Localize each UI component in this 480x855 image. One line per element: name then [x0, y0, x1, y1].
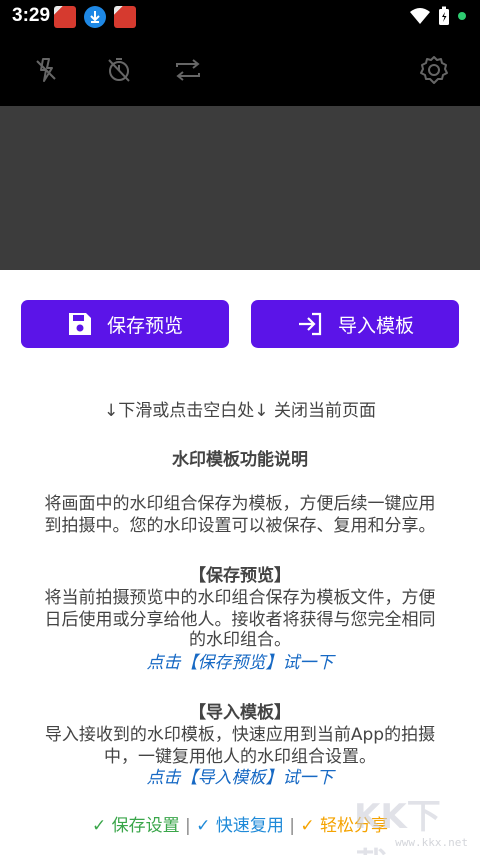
- feature-quick-reuse: ✓ 快速复用: [196, 816, 284, 836]
- watermark-url: www.kkx.net: [395, 836, 468, 849]
- privacy-dot-icon: [458, 12, 466, 20]
- footer-separator: |: [283, 816, 301, 836]
- status-time: 3:29: [12, 5, 51, 26]
- import-desc-line-2: 中，一键复用他人的水印组合设置。: [104, 747, 376, 767]
- flash-off-icon[interactable]: [26, 50, 66, 90]
- save-desc-line-3: 的水印组合。: [189, 630, 291, 650]
- watermark-template-sheet: 保存预览 导入模板 ↓下滑或点击空白处↓ 关闭当前页面 水印模板功能说明 将画面…: [0, 270, 480, 855]
- try-import-template-link[interactable]: 点击【导入模板】试一下: [0, 767, 480, 789]
- intro-line-2: 到拍摄中。您的水印设置可以被保存、复用和分享。: [44, 516, 436, 536]
- timer-off-icon[interactable]: [99, 50, 139, 90]
- save-preview-button[interactable]: 保存预览: [21, 300, 229, 348]
- save-icon: [68, 313, 91, 335]
- camera-toolbar: [0, 34, 480, 106]
- app-notification-icon: [54, 6, 76, 28]
- app-notification-icon-2: [114, 6, 136, 28]
- intro-line-1: 将画面中的水印组合保存为模板，方便后续一键应用: [44, 494, 436, 514]
- battery-icon: [439, 6, 449, 25]
- save-desc-line-2: 日后使用或分享给他人。接收者将获得与您完全相同: [44, 610, 436, 630]
- download-notification-icon: [84, 6, 106, 28]
- switch-camera-icon[interactable]: [168, 50, 208, 90]
- import-desc-line-1: 导入接收到的水印模板，快速应用到当前App的拍摄: [44, 725, 436, 745]
- import-template-button[interactable]: 导入模板: [251, 300, 459, 348]
- save-preview-label: 保存预览: [106, 314, 183, 337]
- section-title: 水印模板功能说明: [172, 450, 308, 470]
- try-save-preview-link[interactable]: 点击【保存预览】试一下: [0, 652, 480, 674]
- status-bar: 3:29: [0, 0, 480, 34]
- feature-save-settings: ✓ 保存设置: [91, 816, 180, 836]
- save-desc-line-1: 将当前拍摄预览中的水印组合保存为模板文件，方便: [44, 588, 436, 608]
- settings-gear-icon[interactable]: [414, 50, 454, 90]
- save-preview-heading: 【保存预览】: [189, 566, 291, 586]
- camera-preview[interactable]: [0, 106, 480, 270]
- close-hint[interactable]: ↓下滑或点击空白处↓ 关闭当前页面: [0, 400, 480, 422]
- import-icon: [298, 312, 322, 336]
- import-template-label: 导入模板: [337, 314, 414, 337]
- site-watermark: KK下载 www.kkx.net: [354, 789, 474, 855]
- wifi-icon: [410, 8, 430, 24]
- import-template-heading: 【导入模板】: [189, 703, 291, 723]
- footer-separator: |: [179, 816, 197, 836]
